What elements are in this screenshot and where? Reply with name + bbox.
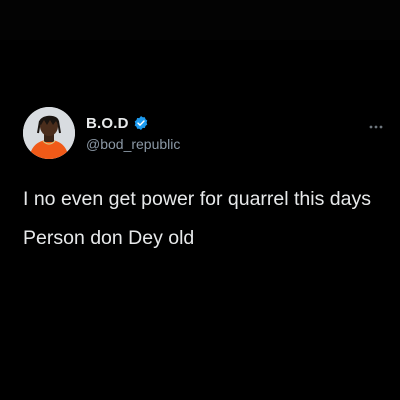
verified-badge-icon — [133, 115, 149, 131]
user-handle[interactable]: @bod_republic — [86, 136, 180, 152]
avatar[interactable] — [23, 107, 75, 159]
tweet-card[interactable]: B.O.D @bod_republic I no even get power … — [0, 0, 400, 400]
more-horizontal-icon[interactable] — [368, 118, 384, 129]
tweet-text-line: I no even get power for quarrel this day… — [23, 188, 371, 210]
tweet-author[interactable]: B.O.D @bod_republic — [86, 113, 180, 153]
tweet-text: I no even get power for quarrel this day… — [23, 186, 383, 264]
avatar-image — [23, 107, 75, 159]
name-row: B.O.D — [86, 113, 180, 133]
display-name[interactable]: B.O.D — [86, 115, 129, 132]
tweet-text-line: Person don Dey old — [23, 227, 195, 249]
